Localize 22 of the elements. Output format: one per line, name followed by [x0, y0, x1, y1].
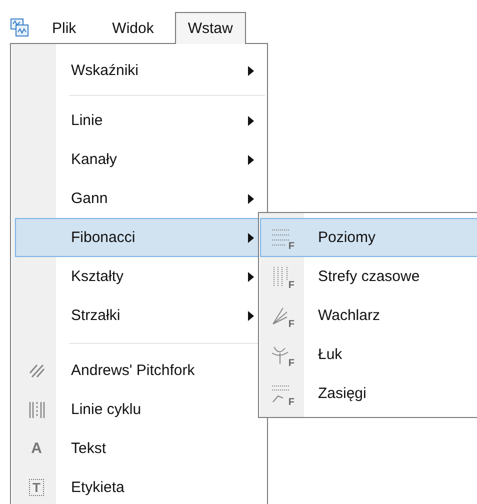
submenu-arrow-icon — [248, 232, 254, 242]
submenu-arrow-icon — [248, 116, 254, 126]
submenu-item[interactable]: F Poziomy — [260, 218, 477, 257]
submenu-arrow-icon — [248, 66, 254, 76]
menu-bar-item[interactable]: Widok — [99, 12, 167, 43]
vertical-lines-icon — [28, 400, 46, 418]
menu-item[interactable]: A Tekst — [15, 429, 265, 468]
menu-item[interactable]: Kanały — [15, 140, 265, 179]
chart-window-icon[interactable] — [10, 18, 29, 37]
menu-item[interactable]: Wskaźniki — [15, 51, 265, 90]
submenu-arrow-icon — [248, 272, 254, 282]
menu-bar-item[interactable]: Wstaw — [174, 12, 246, 44]
submenu-arrow-icon — [248, 310, 254, 320]
text-icon: A — [31, 441, 42, 456]
label-icon: T — [28, 479, 44, 496]
submenu-arrow-icon — [248, 194, 254, 204]
menu-item[interactable]: Gann — [15, 179, 265, 218]
menu-item[interactable]: Linie — [15, 101, 265, 140]
menu-bar-item[interactable]: Plik — [39, 12, 90, 43]
menu-item[interactable]: T Etykieta — [15, 468, 265, 504]
diagonal-lines-icon — [28, 362, 44, 378]
submenu-arrow-icon — [248, 154, 254, 164]
